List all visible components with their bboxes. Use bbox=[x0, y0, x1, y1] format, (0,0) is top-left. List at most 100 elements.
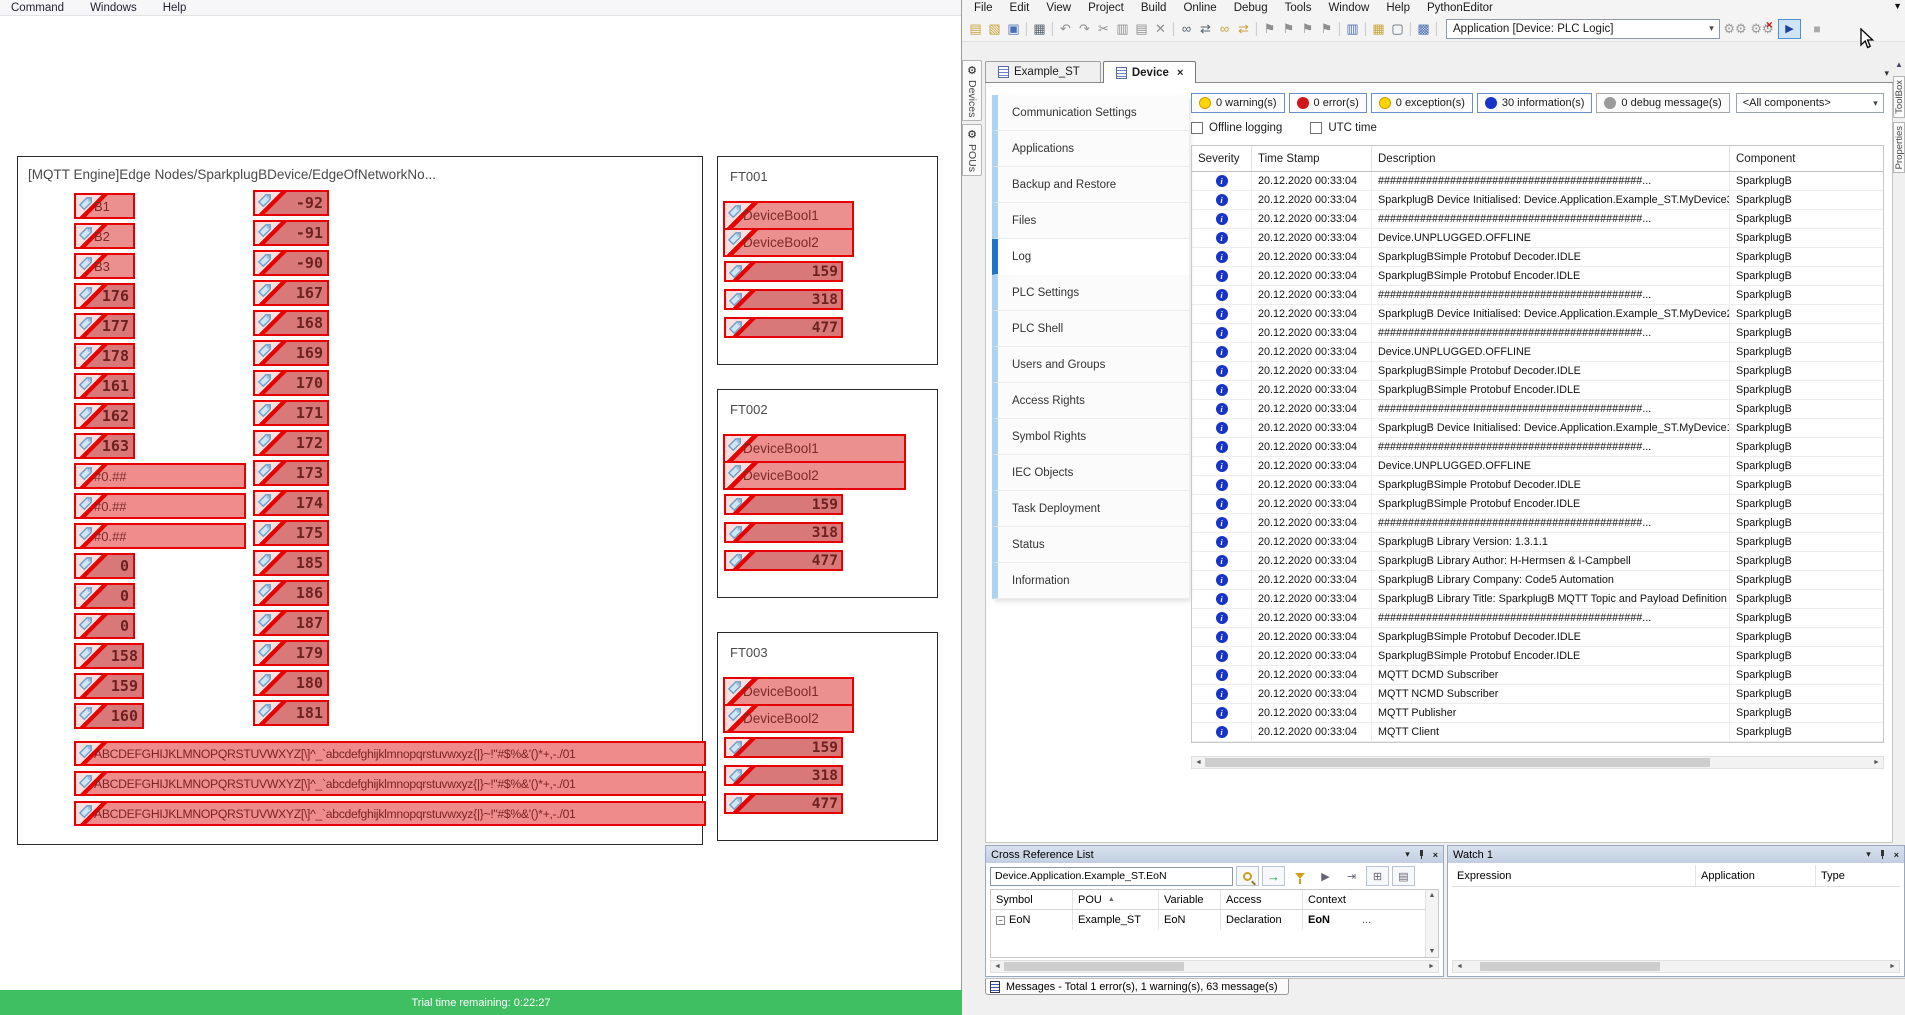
tag-chip[interactable]: -92 bbox=[253, 190, 329, 216]
bool-tag-chip[interactable]: DeviceBool2 bbox=[723, 704, 854, 733]
document-tab[interactable]: Device × bbox=[1103, 61, 1197, 83]
play-icon[interactable]: ▶ bbox=[1314, 866, 1337, 886]
col-header-pou[interactable]: POU▲ bbox=[1073, 890, 1159, 909]
tag-chip[interactable]: #0.## bbox=[74, 493, 246, 519]
active-application-combo[interactable]: Application [Device: PLC Logic] ▾ bbox=[1446, 19, 1720, 39]
bookmark-toggle-icon[interactable]: ⚑ bbox=[1260, 19, 1279, 38]
chevron-down-icon[interactable]: ▾ bbox=[1405, 849, 1410, 860]
menu-item[interactable]: Windows bbox=[90, 2, 137, 14]
tag-chip[interactable]: 173 bbox=[253, 460, 329, 486]
filter-icon[interactable] bbox=[1288, 866, 1311, 886]
delete-icon[interactable]: ✕ bbox=[1151, 19, 1170, 38]
tag-chip[interactable]: 160 bbox=[74, 703, 144, 729]
tag-chip[interactable]: 187 bbox=[253, 610, 329, 636]
separator[interactable]: | bbox=[1023, 19, 1030, 38]
dock-tab[interactable]: Properties bbox=[1893, 122, 1905, 173]
log-option-checkbox[interactable]: UTC time bbox=[1310, 122, 1377, 134]
dock-tab[interactable]: ⚙ Devices bbox=[962, 60, 982, 121]
value-tag-chip[interactable]: 477 bbox=[724, 550, 843, 571]
string-tag-chip[interactable]: ABCDEFGHIJKLMNOPQRSTUVWXYZ[\]^_`abcdefgh… bbox=[74, 771, 706, 796]
log-row[interactable]: i 20.12.2020 00:33:04 SparkplugBSimple P… bbox=[1192, 495, 1883, 514]
log-row[interactable]: i 20.12.2020 00:33:04 MQTT Client Sparkp… bbox=[1192, 723, 1883, 742]
separator[interactable]: | bbox=[1336, 19, 1343, 38]
logout-icon[interactable]: ⚙⚙✕ bbox=[1750, 19, 1774, 39]
tag-chip[interactable]: 174 bbox=[253, 490, 329, 516]
separator[interactable]: | bbox=[1433, 19, 1440, 38]
tag-chip[interactable]: 159 bbox=[74, 673, 144, 699]
tag-chip[interactable]: 185 bbox=[253, 550, 329, 576]
tag-chip[interactable]: 180 bbox=[253, 670, 329, 696]
value-tag-chip[interactable]: 159 bbox=[724, 261, 843, 282]
tag-chip[interactable]: 163 bbox=[74, 433, 135, 459]
sidebar-item[interactable]: Information bbox=[992, 563, 1189, 599]
close-icon[interactable]: × bbox=[1433, 850, 1438, 860]
tag-chip[interactable]: 175 bbox=[253, 520, 329, 546]
menu-item[interactable]: Command bbox=[11, 2, 64, 14]
insert-icon[interactable]: ⇥ bbox=[1340, 866, 1363, 886]
document-tab[interactable]: Example_ST bbox=[985, 61, 1101, 82]
cut-icon[interactable]: ✂ bbox=[1094, 19, 1113, 38]
value-tag-chip[interactable]: 318 bbox=[724, 289, 843, 310]
log-row[interactable]: i 20.12.2020 00:33:04 SparkplugBSimple P… bbox=[1192, 362, 1883, 381]
copy-icon[interactable]: ▥ bbox=[1113, 19, 1132, 38]
close-icon[interactable]: × bbox=[1177, 67, 1183, 79]
scroll-left-icon[interactable]: ◄ bbox=[1453, 963, 1466, 970]
scroll-right-icon[interactable]: ► bbox=[1886, 963, 1899, 970]
log-row[interactable]: i 20.12.2020 00:33:04 ##################… bbox=[1192, 400, 1883, 419]
col-header-description[interactable]: Description bbox=[1372, 146, 1730, 171]
col-header-type[interactable]: Type bbox=[1816, 865, 1900, 886]
scroll-left-icon[interactable]: ◄ bbox=[1192, 759, 1205, 766]
sidebar-item[interactable]: Backup and Restore bbox=[992, 167, 1189, 203]
scroll-right-icon[interactable]: ► bbox=[1870, 759, 1883, 766]
log-row[interactable]: i 20.12.2020 00:33:04 ##################… bbox=[1192, 286, 1883, 305]
log-row[interactable]: i 20.12.2020 00:33:04 SparkplugB Library… bbox=[1192, 533, 1883, 552]
tag-chip[interactable]: 181 bbox=[253, 700, 329, 726]
log-filter-button[interactable]: 0 error(s) bbox=[1289, 93, 1367, 113]
log-row[interactable]: i 20.12.2020 00:33:04 SparkplugB Device … bbox=[1192, 305, 1883, 324]
close-icon[interactable]: × bbox=[1894, 850, 1899, 860]
separator[interactable]: | bbox=[1362, 19, 1369, 38]
col-header-context[interactable]: Context bbox=[1303, 890, 1438, 909]
tag-chip[interactable]: B1 bbox=[74, 193, 135, 219]
separator[interactable]: | bbox=[1170, 19, 1177, 38]
menu-item[interactable]: Help bbox=[163, 2, 187, 14]
chevron-down-icon[interactable]: ▾ bbox=[1866, 849, 1871, 860]
log-row[interactable]: i 20.12.2020 00:33:04 SparkplugBSimple P… bbox=[1192, 381, 1883, 400]
tag-chip[interactable]: -90 bbox=[253, 250, 329, 276]
menu-item[interactable]: Tools bbox=[1285, 2, 1312, 14]
log-row[interactable]: i 20.12.2020 00:33:04 SparkplugBSimple P… bbox=[1192, 267, 1883, 286]
bookmark-prev-icon[interactable]: ⚑ bbox=[1279, 19, 1298, 38]
tag-chip[interactable]: 0 bbox=[74, 613, 135, 639]
sidebar-item[interactable]: Users and Groups bbox=[992, 347, 1189, 383]
collapse-icon[interactable]: − bbox=[996, 916, 1005, 925]
tag-chip[interactable]: 186 bbox=[253, 580, 329, 606]
tag-chip[interactable]: 167 bbox=[253, 280, 329, 306]
print-icon[interactable]: ▤ bbox=[1392, 866, 1415, 886]
log-row[interactable]: i 20.12.2020 00:33:04 SparkplugB Library… bbox=[1192, 590, 1883, 609]
bool-tag-chip[interactable]: DeviceBool2 bbox=[723, 461, 906, 490]
crossref-search-input[interactable]: Device.Application.Example_ST.EoN bbox=[990, 867, 1233, 886]
paste-icon[interactable]: ▤ bbox=[1132, 19, 1151, 38]
log-row[interactable]: i 20.12.2020 00:33:04 SparkplugBSimple P… bbox=[1192, 248, 1883, 267]
string-tag-chip[interactable]: ABCDEFGHIJKLMNOPQRSTUVWXYZ[\]^_`abcdefgh… bbox=[74, 741, 706, 766]
new-object-icon[interactable]: ▢ bbox=[1388, 19, 1407, 38]
log-row[interactable]: i 20.12.2020 00:33:04 MQTT NCMD Subscrib… bbox=[1192, 685, 1883, 704]
col-header-component[interactable]: Component bbox=[1730, 146, 1883, 171]
scrollbar-thumb[interactable] bbox=[1004, 962, 1184, 971]
watch-titlebar[interactable]: Watch 1 ▾ × bbox=[1448, 846, 1904, 863]
value-tag-chip[interactable]: 477 bbox=[724, 793, 843, 814]
value-tag-chip[interactable]: 159 bbox=[724, 737, 843, 758]
start-button[interactable]: ▶ bbox=[1778, 19, 1801, 39]
log-horizontal-scrollbar[interactable]: ◄ ► bbox=[1191, 756, 1884, 769]
menu-item[interactable]: PythonEditor bbox=[1427, 2, 1493, 14]
col-header-symbol[interactable]: Symbol bbox=[991, 890, 1073, 909]
replace-icon[interactable]: ⇄ bbox=[1196, 19, 1215, 38]
tag-chip[interactable]: 0 bbox=[74, 583, 135, 609]
col-header-timestamp[interactable]: Time Stamp bbox=[1252, 146, 1372, 171]
tag-chip[interactable]: 162 bbox=[74, 403, 135, 429]
log-row[interactable]: i 20.12.2020 00:33:04 ##################… bbox=[1192, 514, 1883, 533]
sidebar-item[interactable]: Files bbox=[992, 203, 1189, 239]
log-row[interactable]: i 20.12.2020 00:33:04 ##################… bbox=[1192, 172, 1883, 191]
log-row[interactable]: i 20.12.2020 00:33:04 SparkplugB Library… bbox=[1192, 571, 1883, 590]
log-row[interactable]: i 20.12.2020 00:33:04 MQTT Publisher Spa… bbox=[1192, 704, 1883, 723]
